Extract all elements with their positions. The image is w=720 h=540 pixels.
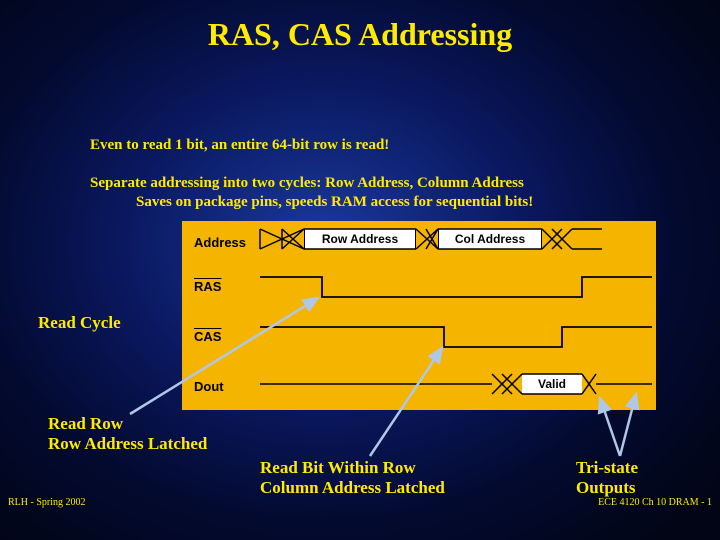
annotation-tristate: Tri-state Outputs [576,458,638,497]
annotation-read-bit: Read Bit Within Row Column Address Latch… [260,458,445,497]
bullet-2-sub: Saves on package pins, speeds RAM access… [90,193,533,213]
slide-title: RAS, CAS Addressing [0,0,720,53]
bullet-1: Even to read 1 bit, an entire 64-bit row… [90,136,533,156]
waveforms-svg [182,221,656,410]
footer-right: ECE 4120 Ch 10 DRAM - 1 [598,497,712,508]
bullet-2: Separate addressing into two cycles: Row… [90,174,533,194]
timing-diagram: Address RAS CAS Dout Row Address Col Add… [182,221,656,410]
bullet-block: Even to read 1 bit, an entire 64-bit row… [90,136,533,213]
footer-left: RLH - Spring 2002 [8,497,86,508]
annotation-read-row: Read Row Row Address Latched [48,414,207,453]
read-cycle-label: Read Cycle [38,313,121,333]
